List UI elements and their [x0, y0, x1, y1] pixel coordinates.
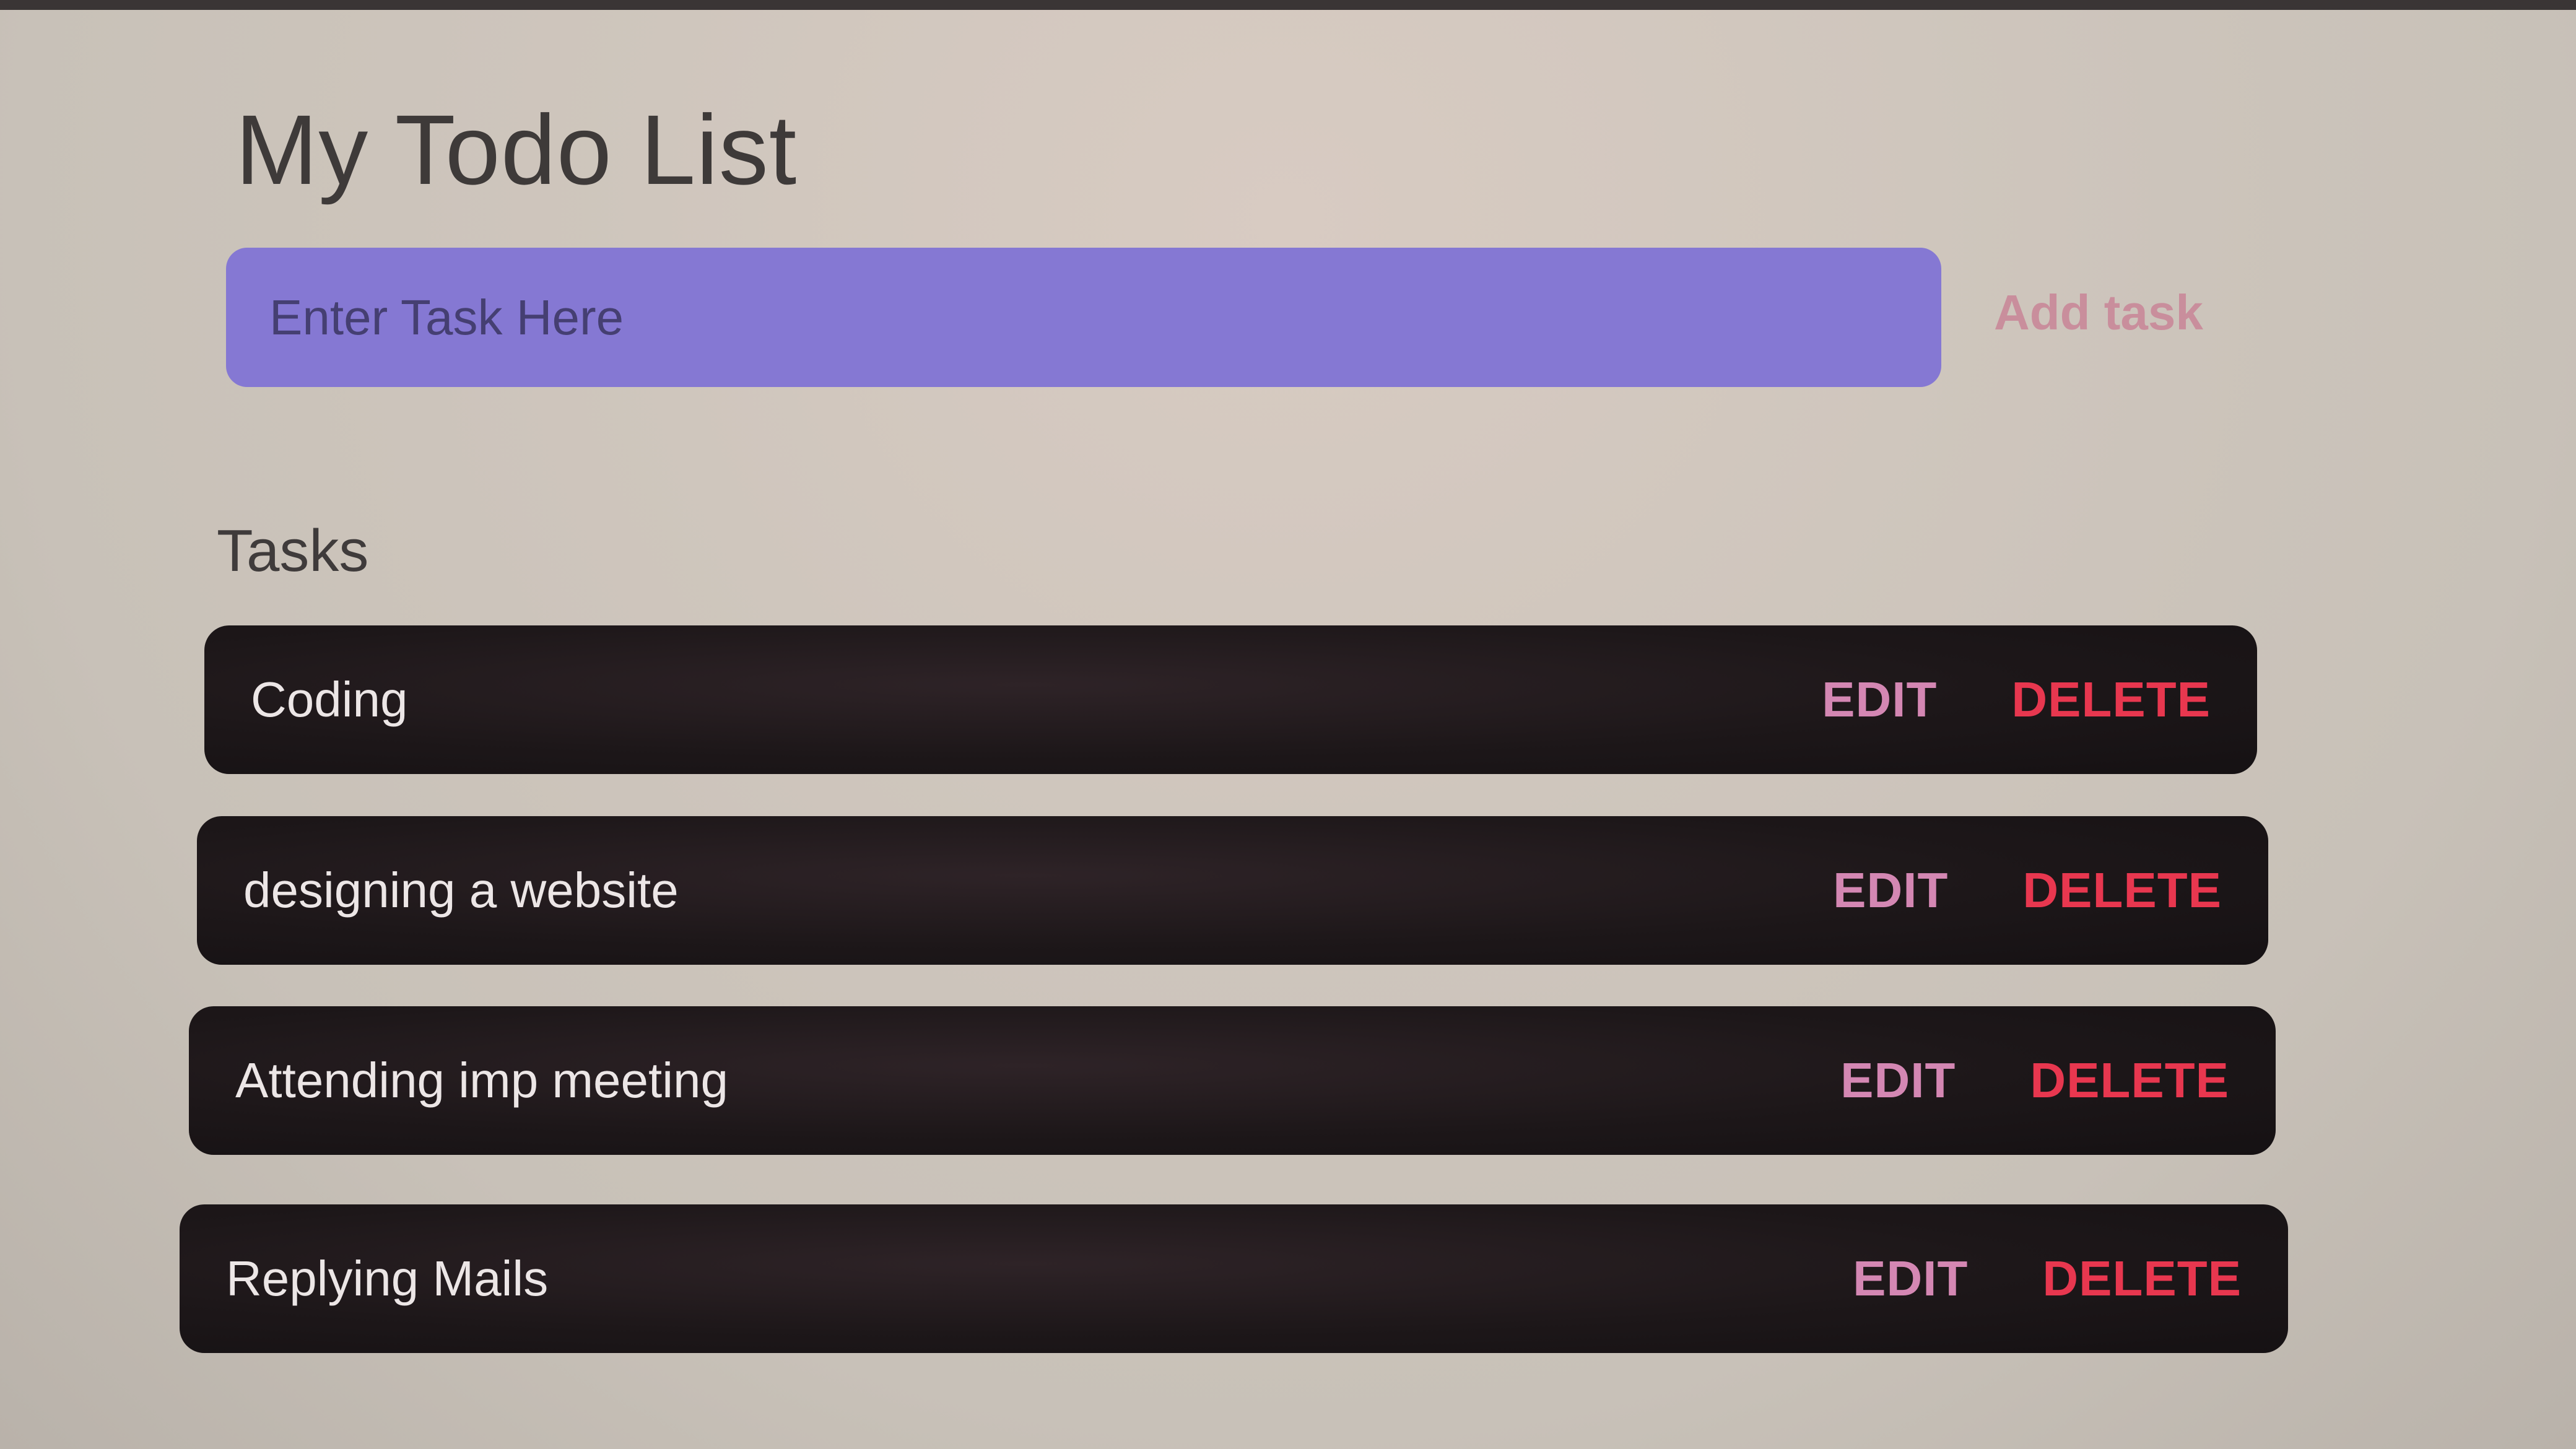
delete-task-button[interactable]: DELETE [2022, 862, 2222, 919]
task-list: Coding EDIT DELETE designing a website E… [0, 0, 2576, 1449]
task-text: Replying Mails [226, 1251, 549, 1306]
task-text: Attending imp meeting [235, 1053, 729, 1108]
edit-task-button[interactable]: EDIT [1853, 1250, 1968, 1307]
task-row: Attending imp meeting EDIT DELETE [189, 1006, 2276, 1155]
edit-task-button[interactable]: EDIT [1833, 862, 1948, 919]
todo-app: My Todo List Add task Tasks Coding EDIT … [0, 0, 2576, 1449]
task-text: designing a website [243, 863, 679, 918]
task-row: Replying Mails EDIT DELETE [180, 1204, 2288, 1353]
delete-task-button[interactable]: DELETE [2030, 1052, 2229, 1109]
delete-task-button[interactable]: DELETE [2042, 1250, 2242, 1307]
edit-task-button[interactable]: EDIT [1840, 1052, 1956, 1109]
task-text: Coding [251, 672, 408, 727]
task-row: designing a website EDIT DELETE [197, 816, 2268, 965]
delete-task-button[interactable]: DELETE [2011, 671, 2211, 728]
edit-task-button[interactable]: EDIT [1822, 671, 1937, 728]
task-row: Coding EDIT DELETE [204, 625, 2257, 774]
